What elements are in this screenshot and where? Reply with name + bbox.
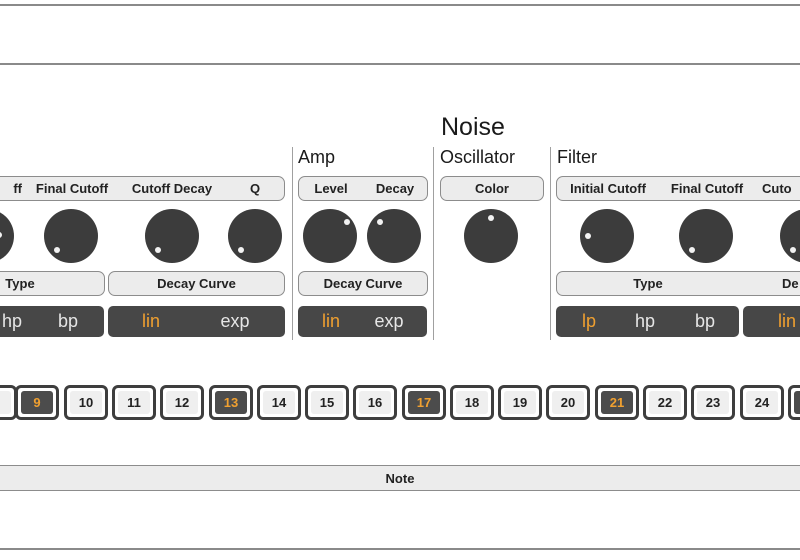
left-type-option-hp[interactable]: hp	[0, 311, 42, 332]
cutoff-decay-knob[interactable]	[145, 209, 199, 263]
step-button-16[interactable]: 16	[353, 385, 397, 420]
param-label-color: Color	[475, 181, 509, 196]
filter-type-option-hp[interactable]: hp	[615, 311, 675, 332]
param-label-cutoff-partial: ff	[13, 181, 22, 196]
step-button-20[interactable]: 20	[546, 385, 590, 420]
param-label-cutoff-decay-partial: Cuto	[762, 181, 792, 196]
divider-oscillator-filter	[550, 147, 551, 340]
step-button-22[interactable]: 22	[643, 385, 687, 420]
step-button-14[interactable]: 14	[257, 385, 301, 420]
top-border	[0, 4, 800, 6]
section-title-oscillator: Oscillator	[440, 147, 516, 167]
filter-cutoff-decay-knob[interactable]	[780, 209, 800, 263]
step-button-24[interactable]: 24	[740, 385, 784, 420]
divider-amp-oscillator	[433, 147, 434, 340]
step-button-13[interactable]: 13	[209, 385, 253, 420]
page-title: Noise	[441, 113, 505, 141]
amp-curve-option-exp[interactable]: exp	[359, 311, 419, 332]
filter-type-option-lp[interactable]: lp	[559, 311, 619, 332]
step-button-9[interactable]: 9	[15, 385, 59, 420]
amp-decay-curve-selector[interactable]: lin exp	[298, 306, 427, 337]
step-button-19[interactable]: 19	[498, 385, 542, 420]
left-type-option-bp[interactable]: bp	[38, 311, 98, 332]
param-label-level: Level	[314, 181, 348, 196]
step-button-18[interactable]: 18	[450, 385, 494, 420]
left-type-label: Type	[5, 276, 35, 291]
note-bar[interactable]: Note	[0, 465, 800, 491]
amp-decay-knob[interactable]	[367, 209, 421, 263]
step-button-10[interactable]: 10	[64, 385, 108, 420]
filter-decay-curve-selector[interactable]: lin	[743, 306, 800, 337]
step-button-23[interactable]: 23	[691, 385, 735, 420]
section-title-amp: Amp	[298, 147, 336, 167]
param-label-final-cutoff-right: Final Cutoff	[670, 181, 744, 196]
filter-final-cutoff-knob[interactable]	[679, 209, 733, 263]
step-button-21[interactable]: 21	[595, 385, 639, 420]
param-label-cutoff-decay: Cutoff Decay	[131, 181, 213, 196]
filter-type-label: Type	[633, 276, 663, 291]
param-label-decay: Decay	[375, 181, 415, 196]
left-decay-curve-label: Decay Curve	[157, 276, 236, 291]
divider-left-amp	[292, 147, 293, 340]
left-curve-option-lin[interactable]: lin	[121, 311, 181, 332]
filter-decay-curve-label-partial: De	[782, 276, 799, 291]
param-label-initial-cutoff: Initial Cutoff	[570, 181, 646, 196]
filter-type-selector[interactable]: lp hp bp	[556, 306, 739, 337]
final-cutoff-knob[interactable]	[44, 209, 98, 263]
step-button-17[interactable]: 17	[402, 385, 446, 420]
section-title-filter: Filter	[557, 147, 597, 167]
param-label-q: Q	[249, 181, 261, 196]
panel-bottom-border	[0, 548, 800, 550]
step-button-11[interactable]: 11	[112, 385, 156, 420]
oscillator-color-knob[interactable]	[464, 209, 518, 263]
step-button-25-partial[interactable]	[788, 385, 800, 420]
note-label: Note	[385, 471, 415, 486]
left-curve-option-exp[interactable]: exp	[205, 311, 265, 332]
initial-cutoff-knob[interactable]	[0, 209, 14, 263]
q-knob[interactable]	[228, 209, 282, 263]
amp-decay-curve-label: Decay Curve	[323, 276, 403, 291]
step-button-15[interactable]: 15	[305, 385, 349, 420]
filter-type-option-bp[interactable]: bp	[675, 311, 735, 332]
filter-curve-option-lin[interactable]: lin	[757, 311, 800, 332]
left-filter-type-selector[interactable]: hp bp	[0, 306, 104, 337]
amp-level-knob[interactable]	[303, 209, 357, 263]
left-decay-curve-selector[interactable]: lin exp	[108, 306, 285, 337]
amp-curve-option-lin[interactable]: lin	[301, 311, 361, 332]
filter-initial-cutoff-knob[interactable]	[580, 209, 634, 263]
step-button-12[interactable]: 12	[160, 385, 204, 420]
param-label-final-cutoff: Final Cutoff	[35, 181, 109, 196]
panel-top-border	[0, 63, 800, 65]
